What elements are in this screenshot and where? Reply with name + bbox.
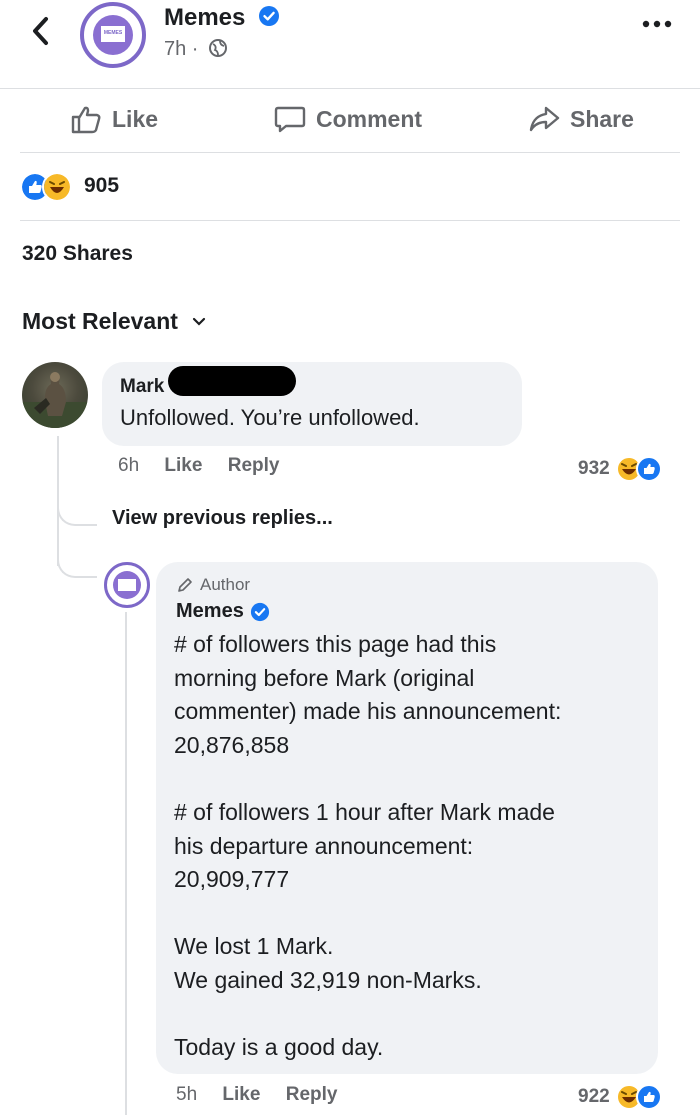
comment-bubble (102, 362, 522, 446)
page-avatar[interactable]: MEMES (80, 2, 146, 68)
globe-icon (209, 39, 228, 57)
comment-time: 6h (118, 455, 140, 476)
like-action-button[interactable]: Like (70, 104, 158, 134)
post-time-text: 7h · (164, 38, 199, 60)
haha-like-reaction-icons (615, 1084, 662, 1110)
reaction-count[interactable]: 905 (84, 174, 119, 198)
comment-reaction-count: 932 (578, 458, 610, 479)
page-name[interactable]: Memes (164, 4, 280, 32)
haha-reaction-icon (42, 172, 72, 202)
reply-line: Today is a good day. (174, 1034, 384, 1061)
reply-line: 20,909,777 (174, 866, 290, 893)
sort-label: Most Relevant (22, 308, 178, 334)
page-name-text: Memes (164, 4, 246, 31)
comment-sort-dropdown[interactable]: Most Relevant (22, 308, 206, 335)
reply-line: morning before Mark (original (174, 664, 475, 691)
back-button[interactable] (26, 14, 56, 48)
post-timestamp: 7h · (164, 38, 228, 61)
share-action-label: Share (570, 105, 634, 132)
comment-reply-button[interactable]: Reply (228, 455, 280, 476)
shares-count[interactable]: 320 Shares (22, 242, 133, 266)
more-options-button[interactable] (640, 16, 674, 37)
commenter-avatar[interactable] (22, 362, 88, 428)
reply-line: We gained 32,919 non-Marks. (174, 966, 482, 993)
envelope-icon (118, 579, 136, 591)
reply-reply-button[interactable]: Reply (286, 1084, 338, 1105)
comment-like-button[interactable]: Like (164, 455, 202, 476)
comment-action-label: Comment (316, 105, 423, 132)
author-badge-label: Author (200, 575, 251, 594)
verified-badge-icon (250, 602, 269, 621)
reply-line: his departure announcement: (174, 832, 474, 859)
verified-badge-icon (259, 6, 280, 26)
ellipsis-icon (642, 20, 672, 28)
reply-line: # of followers this page had this (174, 631, 497, 657)
reply-reaction-count: 922 (578, 1086, 610, 1107)
divider (20, 220, 680, 221)
reply-time: 5h (176, 1084, 198, 1105)
avatar-logo-text: MEMES (103, 30, 123, 36)
pencil-icon (178, 578, 192, 592)
like-action-label: Like (112, 105, 159, 132)
author-badge: Author (176, 575, 250, 595)
view-previous-replies-link[interactable]: View previous replies... (112, 507, 333, 530)
divider (20, 152, 680, 153)
reaction-summary[interactable] (20, 172, 72, 202)
reply-reactions[interactable]: 922 (578, 1084, 668, 1110)
chevron-left-icon (33, 17, 48, 45)
comment-text: Unfollowed. You’re unfollowed. (120, 405, 420, 430)
comment-action-button[interactable]: Comment (274, 104, 422, 134)
reply-line: We lost 1 Mark. (174, 933, 334, 960)
thread-connector (57, 540, 97, 578)
reply-text: # of followers this page had this mornin… (174, 628, 644, 1065)
reply-line: commenter) made his announcement: (174, 698, 562, 725)
reply-line: 20,876,858 (174, 731, 290, 758)
profile-photo (22, 372, 88, 428)
comment-meta: 6h Like Reply (118, 455, 299, 477)
chevron-down-icon (192, 317, 206, 326)
haha-like-reaction-icons (615, 456, 662, 482)
reply-like-button[interactable]: Like (222, 1084, 260, 1105)
thread-connector (57, 496, 97, 526)
reply-meta: 5h Like Reply (176, 1084, 357, 1106)
reply-author-name: Memes (176, 600, 244, 622)
comment-author[interactable]: Mark (120, 376, 164, 398)
reply-author[interactable]: Memes (176, 600, 270, 623)
reply-author-avatar[interactable] (104, 562, 150, 608)
redaction-mark (168, 366, 296, 396)
share-arrow-icon (529, 106, 560, 132)
divider (0, 88, 700, 89)
thread-line (125, 612, 127, 1115)
reply-line: # of followers 1 hour after Mark made (174, 798, 555, 825)
thumbs-up-icon (71, 106, 101, 134)
share-action-button[interactable]: Share (528, 104, 634, 134)
comment-bubble-icon (274, 106, 306, 133)
comment-reactions[interactable]: 932 (578, 456, 668, 482)
